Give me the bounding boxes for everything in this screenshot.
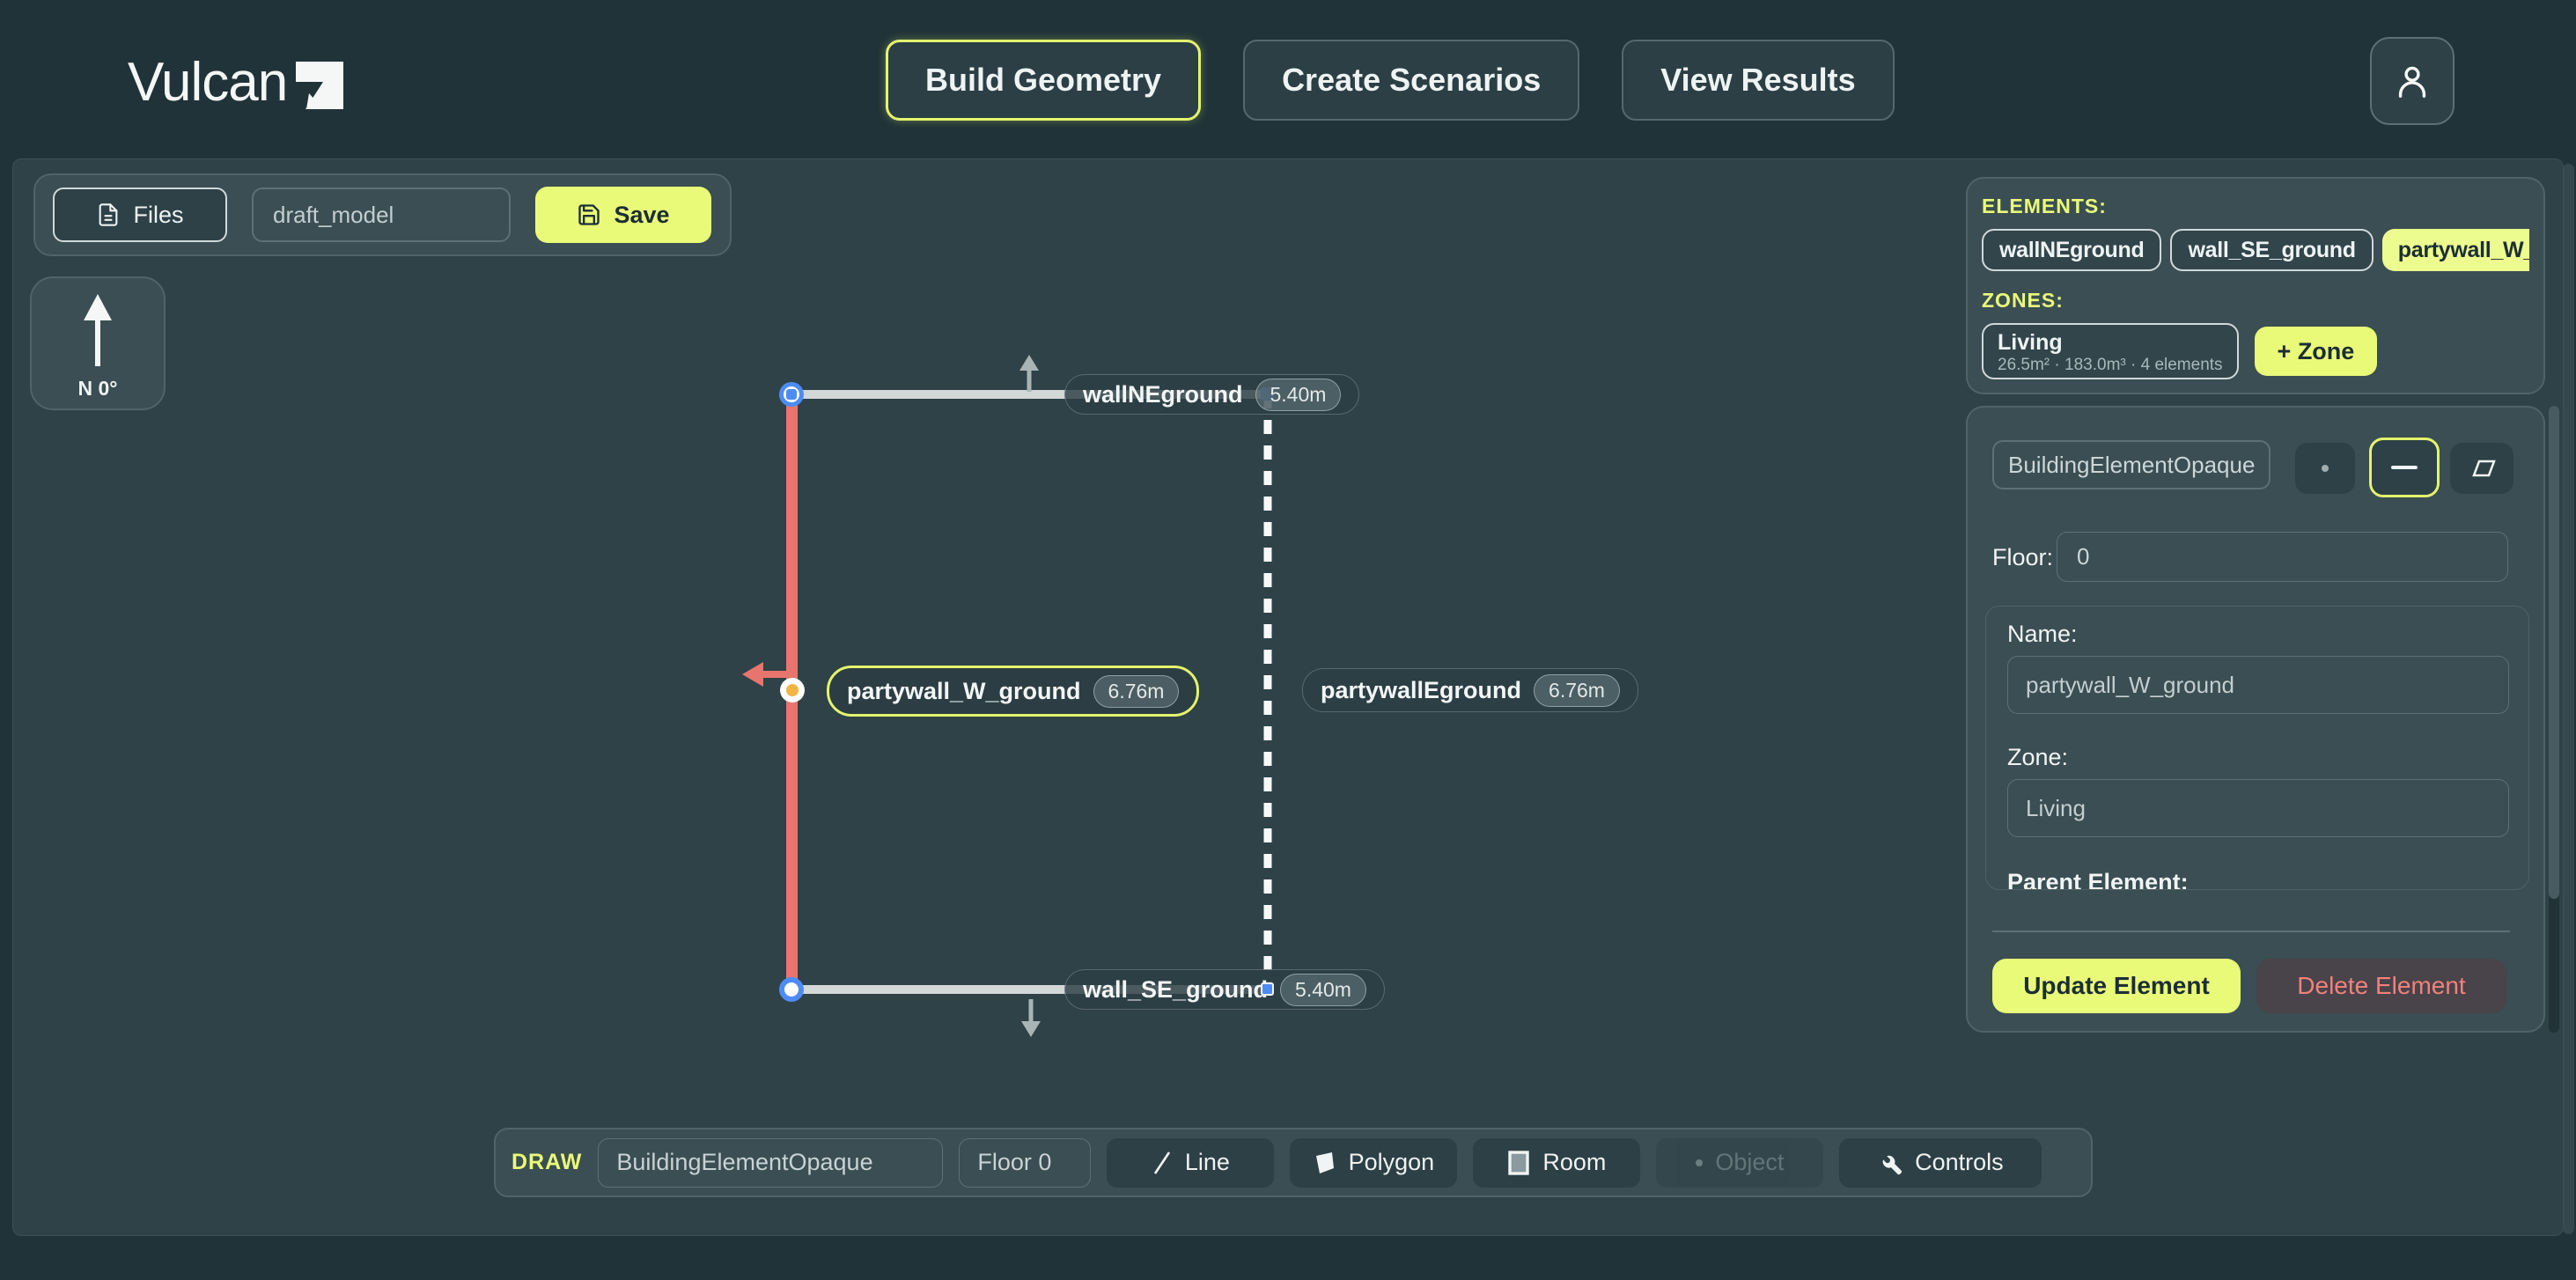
elements-title: ELEMENTS:: [1982, 195, 2543, 218]
midpoint-amber-dot: [786, 684, 799, 696]
wall-name: partywallEground: [1321, 677, 1521, 704]
wall-label-partywall-W-ground[interactable]: partywall_W_ground 6.76m: [827, 666, 1199, 717]
parallelogram-icon: [2467, 459, 2497, 478]
files-label: Files: [133, 202, 183, 229]
wrench-icon: [1878, 1151, 1903, 1175]
element-chip-partywall-W-ground[interactable]: partywall_W_ground: [2382, 229, 2529, 271]
zones-title: ZONES:: [1982, 289, 2543, 313]
zone-label: Zone:: [2007, 744, 2068, 771]
parent-element-label: Parent Element:: [2007, 869, 2189, 890]
save-label: Save: [614, 202, 669, 229]
room-tool-button[interactable]: Room: [1473, 1138, 1640, 1188]
object-tool-button: Object: [1656, 1138, 1823, 1188]
page-scrollbar[interactable]: [2563, 164, 2574, 1234]
vertex-selected-square: [786, 389, 797, 400]
draw-floor-input[interactable]: [959, 1138, 1091, 1188]
controls-label: Controls: [1915, 1149, 2004, 1176]
north-arrow-icon: [71, 289, 124, 373]
line-tool-label: Line: [1185, 1149, 1230, 1176]
object-tool-label: Object: [1715, 1149, 1784, 1176]
north-wall-normal-arrow: [1013, 355, 1045, 394]
wall-length-badge: 6.76m: [1534, 674, 1620, 707]
south-wall-normal-arrow: [1015, 997, 1047, 1038]
app-root: Vulcan Build Geometry Create Scenarios V…: [0, 0, 2576, 1280]
save-icon: [577, 202, 601, 227]
logo-text: Vulcan: [128, 51, 287, 114]
floor-input[interactable]: [2057, 532, 2508, 582]
compass-widget[interactable]: N 0°: [30, 276, 166, 410]
line-tool-button[interactable]: Line: [1107, 1138, 1274, 1188]
wall-label-partywallEground[interactable]: partywallEground 6.76m: [1302, 668, 1638, 712]
element-name-input[interactable]: [2007, 656, 2509, 714]
slash-icon: [1152, 1151, 1173, 1175]
panel-scrollbar-thumb[interactable]: [2549, 406, 2559, 899]
zone-chip-living[interactable]: Living 26.5m² · 183.0m³ · 4 elements: [1982, 323, 2239, 379]
wall-name: partywall_W_ground: [847, 678, 1081, 705]
user-icon: [2392, 61, 2432, 101]
polygon-icon: [1314, 1151, 1336, 1175]
zone-row: Living 26.5m² · 183.0m³ · 4 elements + Z…: [1982, 323, 2543, 379]
drawing-canvas[interactable]: Files Save N 0°: [12, 158, 2564, 1236]
element-chip-wall-SE-ground[interactable]: wall_SE_ground: [2170, 229, 2373, 271]
square-icon: [1507, 1150, 1530, 1176]
point-icon: [2322, 465, 2329, 472]
wall-length-badge: 5.40m: [1255, 379, 1342, 411]
draw-type-input[interactable]: [598, 1138, 943, 1188]
line-segment-icon: [2391, 466, 2418, 469]
tab-view-results[interactable]: View Results: [1622, 40, 1894, 121]
compass-label: N 0°: [78, 377, 118, 401]
wall-length-badge: 5.40m: [1280, 974, 1366, 1006]
element-properties-panel: Floor: Name: Zone: Parent Element: Updat…: [1966, 406, 2545, 1033]
main-nav: Build Geometry Create Scenarios View Res…: [886, 40, 1895, 121]
zone-details: 26.5m² · 183.0m³ · 4 elements: [1998, 356, 2223, 375]
element-type-input[interactable]: [1992, 440, 2271, 489]
wall-east-dashed[interactable]: [1257, 391, 1278, 998]
name-label: Name:: [2007, 621, 2078, 648]
file-icon: [96, 202, 121, 227]
add-zone-button[interactable]: + Zone: [2255, 327, 2378, 376]
elements-zones-panel: ELEMENTS: wallNEground wall_SE_ground pa…: [1966, 177, 2545, 394]
file-toolbar: Files Save: [33, 173, 732, 256]
wall-length-badge: 6.76m: [1093, 675, 1180, 708]
vertex-handle-bottom-left[interactable]: [779, 977, 804, 1002]
tab-create-scenarios[interactable]: Create Scenarios: [1243, 40, 1579, 121]
save-button[interactable]: Save: [535, 187, 711, 243]
draw-toolbar: DRAW Line Polygon Room Object: [494, 1128, 2093, 1197]
wall-name: wall_SE_ground: [1083, 976, 1268, 1004]
files-button[interactable]: Files: [53, 188, 227, 242]
controls-button[interactable]: Controls: [1839, 1138, 2042, 1188]
user-button[interactable]: [2370, 37, 2455, 125]
tab-build-geometry[interactable]: Build Geometry: [886, 40, 1201, 121]
dot-icon: [1696, 1159, 1703, 1166]
vulcan-logo-icon: [296, 62, 343, 109]
panel-divider: [1992, 931, 2510, 932]
wall-name: wallNEground: [1083, 381, 1243, 408]
model-name-input[interactable]: [252, 188, 511, 242]
wall-label-wall-SE-ground[interactable]: wall_SE_ground 5.40m: [1064, 969, 1385, 1010]
polygon-type-button[interactable]: [2450, 443, 2513, 494]
elements-chip-row: wallNEground wall_SE_ground partywall_W_…: [1982, 229, 2529, 271]
element-zone-input[interactable]: [2007, 779, 2509, 837]
draw-label: DRAW: [512, 1150, 582, 1175]
polygon-tool-button[interactable]: Polygon: [1290, 1138, 1457, 1188]
zone-name: Living: [1998, 331, 2223, 354]
element-details-card: Name: Zone: Parent Element:: [1985, 606, 2529, 890]
floor-label: Floor:: [1992, 544, 2053, 571]
update-element-button[interactable]: Update Element: [1992, 959, 2241, 1013]
wall-label-wallNEground[interactable]: wallNEground 5.40m: [1064, 374, 1359, 415]
vertex-handle-bottom-right[interactable]: [1261, 982, 1274, 996]
panel-scrollbar[interactable]: [2549, 406, 2559, 1033]
wall-midpoint-handle[interactable]: [780, 678, 805, 703]
logo: Vulcan: [128, 51, 343, 114]
element-chip-wallNEground[interactable]: wallNEground: [1982, 229, 2161, 271]
line-type-button[interactable]: [2369, 438, 2440, 497]
room-tool-label: Room: [1542, 1149, 1606, 1176]
polygon-tool-label: Polygon: [1349, 1149, 1435, 1176]
point-type-button[interactable]: [2295, 443, 2355, 494]
delete-element-button[interactable]: Delete Element: [2256, 959, 2506, 1013]
vertex-handle-top-left[interactable]: [779, 382, 804, 407]
header: Vulcan Build Geometry Create Scenarios V…: [0, 0, 2576, 158]
